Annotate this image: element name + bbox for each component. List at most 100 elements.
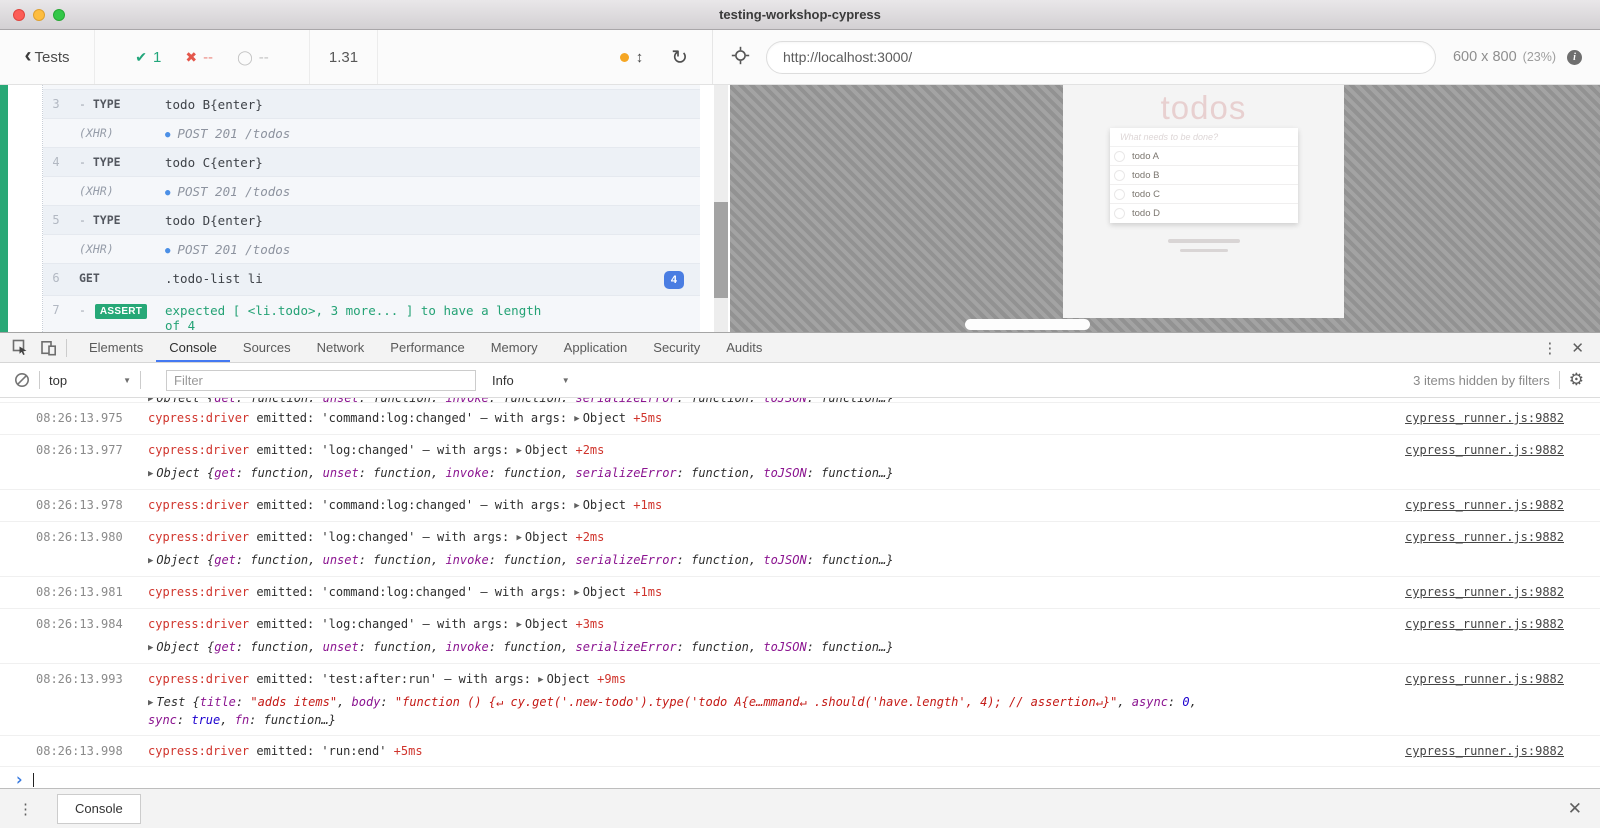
back-to-tests-button[interactable]: ‹ Tests (0, 30, 95, 84)
failed-count: -- (203, 49, 213, 66)
text-token: +5ms (633, 411, 662, 425)
xhr-log-row[interactable]: (XHR)●POST 201 /todos (43, 177, 700, 206)
log-message: cypress:driver emitted: 'log:changed' – … (148, 616, 1391, 657)
log-message-line: cypress:driver emitted: 'run:end' +5ms (148, 743, 1391, 760)
text-token: cypress:driver (148, 530, 249, 544)
log-timestamp: 08:26:13.977 (36, 442, 142, 459)
inspect-element-icon[interactable] (12, 339, 28, 356)
command-log-row[interactable]: 4- TYPEtodo C{enter} (43, 148, 700, 177)
text-token: ▶ (148, 556, 153, 566)
object-preview[interactable]: ▶Test {title: "adds items", body: "funct… (148, 694, 1391, 729)
source-link[interactable]: cypress_runner.js:9882 (1405, 529, 1564, 546)
text-token: cypress:driver (148, 498, 249, 512)
devtools-tabbar: ElementsConsoleSourcesNetworkPerformance… (0, 332, 1600, 363)
tab-security[interactable]: Security (640, 333, 713, 362)
zoom-window-button[interactable] (53, 9, 65, 21)
device-toolbar-icon[interactable] (40, 340, 57, 356)
assert-badge: ASSERT (95, 304, 147, 319)
window-titlebar: testing-workshop-cypress (0, 0, 1600, 30)
command-log-row[interactable]: 3- TYPEtodo B{enter} (43, 90, 700, 119)
scrollbar-thumb[interactable] (714, 202, 728, 298)
command-log-row[interactable]: 6GET.todo-list li4 (43, 264, 700, 296)
source-link[interactable]: cypress_runner.js:9882 (1405, 616, 1564, 633)
text-token: , (220, 713, 234, 727)
tab-memory[interactable]: Memory (478, 333, 551, 362)
text-token: sync (148, 713, 177, 727)
viewport-scale-indicator[interactable]: ↕ (620, 30, 644, 84)
divider (1559, 371, 1560, 389)
source-link[interactable]: cypress_runner.js:9882 (1405, 410, 1564, 427)
text-token: : (1168, 695, 1182, 709)
tab-elements[interactable]: Elements (76, 333, 156, 362)
minimize-window-button[interactable] (33, 9, 45, 21)
source-link[interactable]: cypress_runner.js:9882 (1405, 743, 1564, 760)
text-token: cypress:driver (148, 672, 249, 686)
drawer-menu-icon[interactable]: ⋮ (18, 800, 33, 818)
footer-text-line (1180, 249, 1228, 252)
console-settings-icon[interactable]: ⚙ (1569, 370, 1584, 390)
todo-card: What needs to be done? todo Atodo Btodo … (1110, 128, 1298, 223)
log-level-dropdown[interactable]: Info ▼ (492, 373, 570, 388)
text-token: async (1132, 695, 1168, 709)
console-prompt[interactable]: › (0, 767, 1600, 788)
viewport-size-label: 600 x 800 (1453, 49, 1517, 65)
text-token: +1ms (633, 498, 662, 512)
command-message: todo D{enter} (165, 213, 690, 228)
refresh-button[interactable]: ↻ (671, 30, 688, 84)
tab-audits[interactable]: Audits (713, 333, 775, 362)
clear-console-icon[interactable] (14, 372, 30, 388)
command-message: ●POST 201 /todos (165, 184, 690, 199)
xhr-log-row[interactable]: (XHR)●POST 201 /todos (43, 235, 700, 264)
source-link[interactable]: cypress_runner.js:9882 (1405, 497, 1564, 514)
new-todo-input[interactable]: What needs to be done? (1110, 128, 1298, 147)
object-preview[interactable]: ▶Object {get: function, unset: function,… (148, 639, 1391, 657)
reporter-scrollbar[interactable] (700, 85, 730, 332)
drawer-tab-console[interactable]: Console (57, 794, 141, 824)
close-window-button[interactable] (13, 9, 25, 21)
text-token: Object (525, 443, 576, 457)
source-link[interactable]: cypress_runner.js:9882 (1405, 584, 1564, 601)
command-number: 6 (43, 271, 69, 285)
tab-application[interactable]: Application (551, 333, 641, 362)
frame-selector-dropdown[interactable]: top ▼ (49, 373, 131, 388)
text-token: : function…} (807, 553, 894, 567)
todo-item: todo D (1110, 204, 1298, 223)
source-link[interactable]: cypress_runner.js:9882 (1405, 671, 1564, 688)
todo-item: todo A (1110, 147, 1298, 166)
devtools-close-icon[interactable]: ✕ (1571, 339, 1584, 357)
tab-network[interactable]: Network (304, 333, 378, 362)
info-icon[interactable]: i (1567, 50, 1582, 65)
tab-performance[interactable]: Performance (377, 333, 477, 362)
preview-horizontal-scrollbar-thumb[interactable] (965, 319, 1090, 330)
log-message: cypress:driver emitted: 'log:changed' – … (148, 529, 1391, 570)
divider (140, 371, 141, 389)
console-filter-input[interactable] (166, 370, 476, 391)
url-input[interactable] (766, 41, 1436, 74)
divider (39, 371, 40, 389)
command-log: 3- TYPEtodo B{enter}(XHR)●POST 201 /todo… (42, 85, 700, 332)
text-cursor (33, 773, 34, 787)
text-token: get (214, 640, 236, 654)
command-log-row[interactable]: 5- TYPEtodo D{enter} (43, 206, 700, 235)
selector-playground-button[interactable] (731, 46, 750, 68)
pending-circle-icon: ◯ (237, 49, 253, 66)
assert-log-row[interactable]: 7- ASSERTexpected [ <li.todo>, 3 more...… (43, 296, 700, 332)
tab-console[interactable]: Console (156, 333, 230, 362)
devtools-menu-icon[interactable]: ⋮ (1542, 339, 1557, 357)
todo-toggle-icon (1114, 208, 1125, 219)
drawer-close-icon[interactable]: ✕ (1568, 799, 1582, 819)
source-link[interactable]: cypress_runner.js:9882 (1405, 442, 1564, 459)
xhr-log-row[interactable]: (XHR)●POST 201 /todos (43, 119, 700, 148)
command-log-panel: 3- TYPEtodo B{enter}(XHR)●POST 201 /todo… (0, 85, 700, 332)
object-preview[interactable]: ▶Object {get: function, unset: function,… (148, 552, 1391, 570)
console-log-row: 08:26:13.978cypress:driver emitted: 'com… (0, 490, 1600, 522)
text-token: Object { (156, 640, 214, 654)
command-message: ●POST 201 /todos (165, 242, 690, 257)
log-message: cypress:driver emitted: 'command:log:cha… (148, 410, 1391, 428)
object-preview[interactable]: ▶Object {get: function, unset: function,… (148, 465, 1391, 483)
text-token: : function, (489, 466, 576, 480)
text-token: serializeError (576, 466, 677, 480)
text-token: toJSON (763, 553, 806, 567)
tab-sources[interactable]: Sources (230, 333, 304, 362)
xhr-dot-icon: ● (165, 188, 170, 198)
